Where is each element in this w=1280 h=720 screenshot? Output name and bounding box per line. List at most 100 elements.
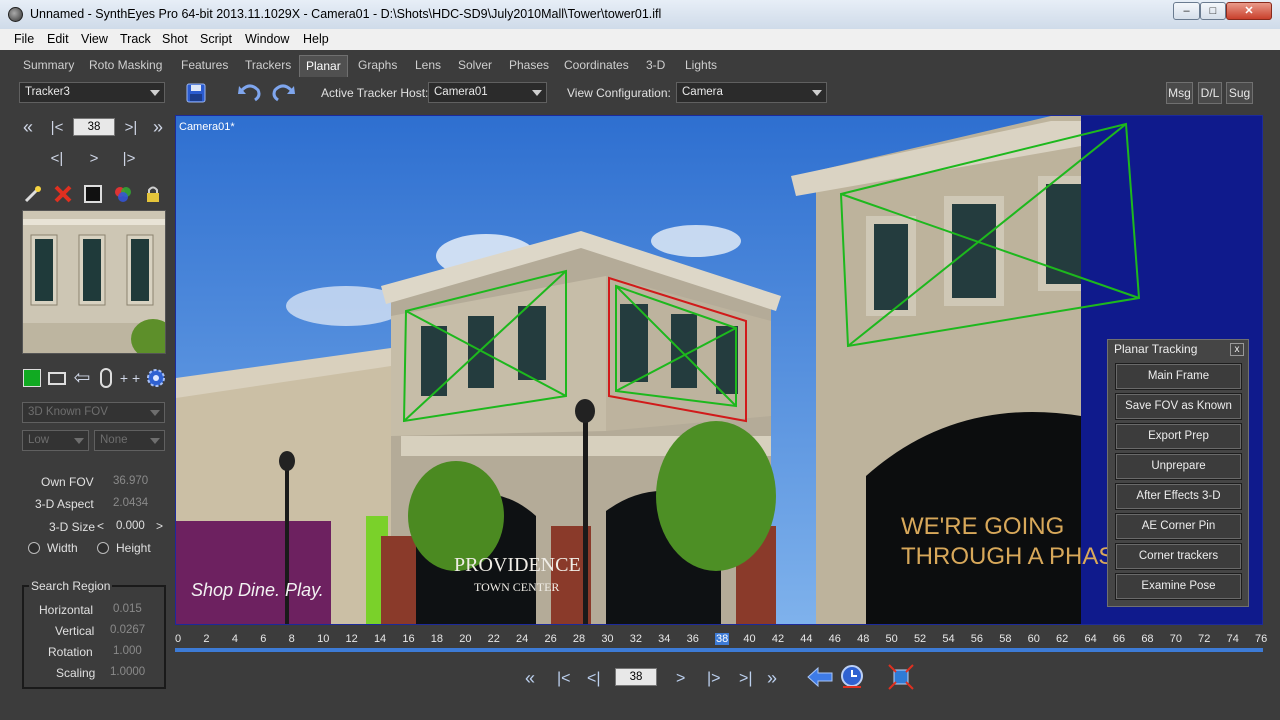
fast-forward-icon[interactable]: » [767, 668, 777, 689]
first-frame-icon[interactable]: |< [557, 670, 571, 688]
timeline-tick-label: 36 [686, 633, 699, 645]
left-arrow-icon[interactable]: ⇦ [70, 367, 94, 389]
msg-button[interactable]: Msg [1166, 82, 1193, 104]
quality-value: Low [28, 434, 50, 446]
play-icon[interactable]: > [676, 670, 685, 688]
sign-text-line2: THROUGH A PHAS [901, 543, 1114, 570]
minimize-button[interactable]: ‒ [1173, 2, 1200, 20]
menu-script[interactable]: Script [200, 32, 232, 46]
main-frame-button[interactable]: Main Frame [1115, 363, 1242, 390]
color-channels-icon[interactable] [112, 183, 134, 205]
magic-wand-icon[interactable] [22, 183, 44, 205]
timeline-tick-label: 24 [516, 633, 529, 645]
green-square-icon[interactable] [23, 369, 41, 387]
gear-icon[interactable] [145, 367, 167, 389]
rewind-icon[interactable]: « [525, 668, 535, 689]
timeline[interactable]: 0 2 4 6 8 10 12 14 16 18 20 22 24 26 28 30 32 34 36 38 40 42 4… [175, 632, 1267, 652]
corner-trackers-button[interactable]: Corner trackers [1115, 543, 1242, 570]
quality-select[interactable]: Low [22, 430, 89, 451]
menu-shot[interactable]: Shot [162, 32, 188, 46]
save-icon[interactable] [184, 82, 208, 104]
last-frame-icon[interactable]: >| [121, 117, 141, 137]
width-radio[interactable] [28, 542, 40, 554]
aspect-value[interactable]: 2.0434 [113, 497, 148, 509]
menu-view[interactable]: View [81, 32, 108, 46]
rewind-icon[interactable]: « [18, 117, 38, 137]
delete-icon[interactable] [52, 183, 74, 205]
clock-play-icon[interactable] [839, 664, 865, 690]
tab-solver[interactable]: Solver [458, 58, 492, 72]
maximize-button[interactable]: □ [1200, 2, 1226, 20]
step-back-icon[interactable]: <| [587, 670, 601, 688]
play-icon[interactable]: > [84, 148, 104, 168]
width-label: Width [47, 541, 78, 555]
planar-panel-title: Planar Tracking [1114, 342, 1198, 356]
none-select[interactable]: None [94, 430, 165, 451]
bottom-frame-input[interactable]: 38 [615, 668, 657, 686]
close-button[interactable]: ✕ [1226, 2, 1272, 20]
ae-corner-pin-button[interactable]: AE Corner Pin [1115, 513, 1242, 540]
rotation-value[interactable]: 1.000 [113, 645, 142, 657]
menu-file[interactable]: File [14, 32, 34, 46]
tab-3d[interactable]: 3-D [646, 58, 665, 72]
active-tracker-host-value: Camera01 [434, 86, 488, 98]
pill-icon[interactable] [100, 368, 112, 388]
redo-icon[interactable] [270, 81, 296, 105]
size-label: 3-D Size [49, 520, 96, 534]
step-forward-icon[interactable]: |> [119, 148, 139, 168]
tab-roto-masking[interactable]: Roto Masking [89, 58, 162, 72]
vertical-value[interactable]: 0.0267 [110, 624, 145, 636]
tab-lens[interactable]: Lens [415, 58, 441, 72]
menu-edit[interactable]: Edit [47, 32, 69, 46]
save-fov-as-known-button[interactable]: Save FOV as Known [1115, 393, 1242, 420]
step-forward-icon[interactable]: |> [707, 670, 721, 688]
first-frame-icon[interactable]: |< [47, 117, 67, 137]
last-frame-icon[interactable]: >| [739, 670, 753, 688]
back-arrow-icon[interactable] [806, 666, 834, 688]
rectangle-tool-icon[interactable] [48, 372, 66, 385]
tracker-preview [22, 210, 166, 354]
lock-box-icon[interactable] [82, 183, 104, 205]
padlock-icon[interactable] [142, 183, 164, 205]
chevron-down-icon [150, 90, 160, 96]
export-prep-button[interactable]: Export Prep [1115, 423, 1242, 450]
menu-track[interactable]: Track [120, 32, 151, 46]
examine-pose-button[interactable]: Examine Pose [1115, 573, 1242, 600]
horizontal-value[interactable]: 0.015 [113, 603, 142, 615]
tracker-select[interactable]: Tracker3 [19, 82, 165, 103]
planar-panel-close-button[interactable]: x [1230, 343, 1244, 356]
size-increase-button[interactable]: > [156, 519, 163, 533]
tab-lights[interactable]: Lights [685, 58, 717, 72]
sign-text-line1: WE'RE GOING [901, 513, 1064, 540]
menu-help[interactable]: Help [303, 32, 329, 46]
frame-number-input[interactable]: 38 [73, 118, 115, 136]
height-radio[interactable] [97, 542, 109, 554]
tab-phases[interactable]: Phases [509, 58, 549, 72]
undo-icon[interactable] [237, 81, 263, 105]
size-value[interactable]: 0.000 [116, 520, 145, 532]
tab-graphs[interactable]: Graphs [358, 58, 397, 72]
tab-features[interactable]: Features [181, 58, 228, 72]
view-configuration-select[interactable]: Camera [676, 82, 827, 103]
tab-planar[interactable]: Planar [299, 55, 348, 77]
menu-window[interactable]: Window [245, 32, 289, 46]
fov-mode-select[interactable]: 3D Known FOV [22, 402, 165, 423]
tab-summary[interactable]: Summary [23, 58, 74, 72]
timeline-tick-label: 16 [402, 633, 415, 645]
tab-coordinates[interactable]: Coordinates [564, 58, 629, 72]
after-effects-3d-button[interactable]: After Effects 3-D [1115, 483, 1242, 510]
active-tracker-host-select[interactable]: Camera01 [428, 82, 547, 103]
sug-button[interactable]: Sug [1226, 82, 1253, 104]
plus-minus-icon[interactable]: + + [118, 367, 142, 389]
dl-button[interactable]: D/L [1198, 82, 1222, 104]
scaling-value[interactable]: 1.0000 [110, 666, 145, 678]
camera-viewport[interactable]: WE'RE GOING THROUGH A PHAS PROVIDENCE TO… [175, 115, 1263, 625]
own-fov-value[interactable]: 36.970 [113, 475, 148, 487]
fit-view-icon[interactable] [888, 664, 914, 690]
fast-forward-icon[interactable]: » [148, 117, 168, 137]
tab-trackers[interactable]: Trackers [245, 58, 291, 72]
step-back-icon[interactable]: <| [47, 148, 67, 168]
size-decrease-button[interactable]: < [97, 519, 104, 533]
unprepare-button[interactable]: Unprepare [1115, 453, 1242, 480]
planar-tracking-panel: Planar Tracking x Main Frame Save FOV as… [1107, 339, 1249, 607]
